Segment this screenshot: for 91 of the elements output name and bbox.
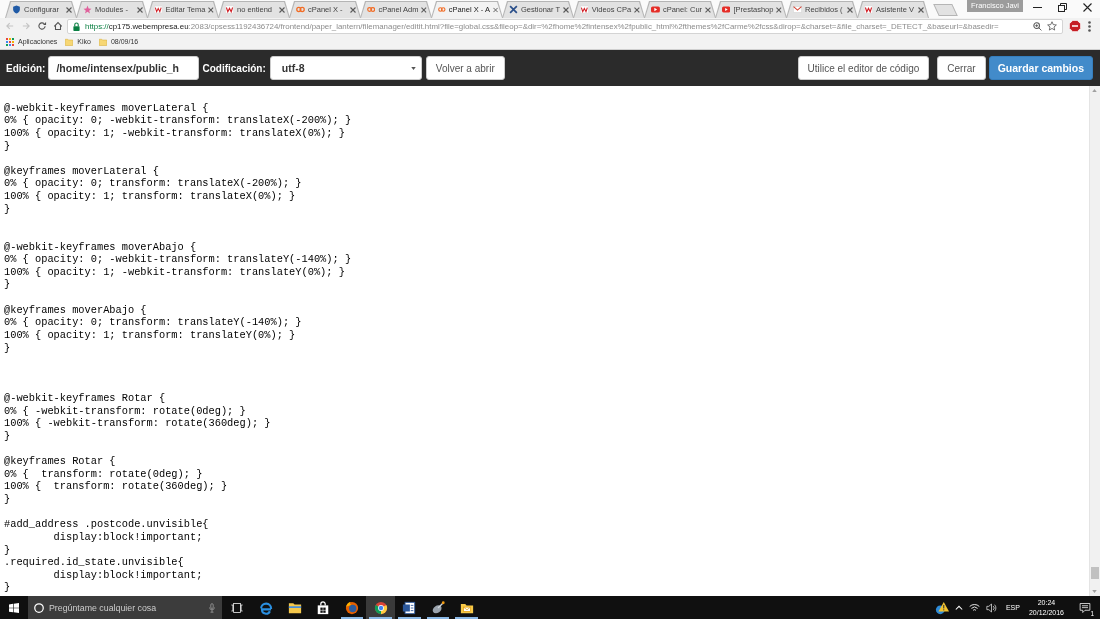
code-line: display:block!important; xyxy=(52,568,203,581)
code-line: } xyxy=(4,543,11,556)
scrollbar[interactable] xyxy=(1089,86,1100,596)
path-field[interactable]: /home/intensex/public_h xyxy=(48,56,200,80)
shopping-bag-icon xyxy=(316,600,331,615)
speaker-icon[interactable] xyxy=(985,602,997,613)
magnifier-icon[interactable] xyxy=(1033,21,1042,31)
search-field[interactable]: Pregúntame cualquier cosa xyxy=(28,596,222,619)
code-line: 100% { transform: rotate(360deg); } xyxy=(4,480,228,493)
toolbar-button[interactable]: Cerrar xyxy=(937,56,986,80)
four-panes-icon[interactable] xyxy=(8,602,19,613)
encoding-label: Codificación: xyxy=(202,62,266,74)
rings-icon xyxy=(438,5,446,14)
code-line: 100% { opacity: 1; -webkit-transform: translateX(0%); } xyxy=(4,126,345,139)
grid-icon xyxy=(6,37,14,46)
code-line: @-webkit-keyframes moverLateral { xyxy=(4,101,209,114)
play-icon xyxy=(651,5,660,14)
play-icon xyxy=(722,5,731,14)
segmented-circle-icon xyxy=(373,600,388,615)
code-line: 100% { opacity: 1; transform: translateY(0%); } xyxy=(4,328,296,341)
code-line: 0% { -webkit-transform: rotate(0deg); } xyxy=(4,404,246,417)
code-line: 0% { opacity: 0; transform: translateY(-140%); } xyxy=(4,316,302,329)
wifi-icon[interactable] xyxy=(968,603,980,612)
circle-icon[interactable] xyxy=(34,602,44,613)
folder-icon xyxy=(98,37,107,46)
running-indicator xyxy=(426,617,450,619)
star-icon[interactable] xyxy=(1047,21,1057,31)
code-line: } xyxy=(4,429,11,442)
minimize-icon[interactable] xyxy=(1033,6,1042,8)
code-line: } xyxy=(4,278,11,291)
running-indicator xyxy=(369,617,392,619)
code-line: } xyxy=(4,581,11,594)
octagon-icon[interactable] xyxy=(1069,20,1081,32)
code-line: 100% { opacity: 1; transform: translateX(0%); } xyxy=(4,190,296,203)
rings-icon xyxy=(367,5,376,14)
zigzag-icon xyxy=(864,5,873,14)
speech-bubble-icon xyxy=(1079,601,1091,614)
search-input[interactable]: Pregúntame cualquier cosa xyxy=(49,599,204,616)
stacked-windows-icon[interactable] xyxy=(230,602,243,613)
code-line: 0% { opacity: 0; -webkit-transform: translateY(-140%); } xyxy=(4,253,352,266)
close-icon[interactable] xyxy=(1083,2,1092,12)
code-line: @keyframes moverAbajo { xyxy=(4,303,147,316)
zigzag-icon xyxy=(225,5,234,14)
taskbar-button[interactable] xyxy=(366,596,395,619)
shield-icon xyxy=(12,5,21,14)
envelope-icon xyxy=(793,5,802,14)
encoding-select[interactable]: utf-8 xyxy=(269,56,422,80)
code-line: @keyframes moverLateral { xyxy=(4,164,159,177)
running-indicator xyxy=(397,617,421,619)
rings-icon xyxy=(296,5,305,14)
running-indicator xyxy=(340,617,364,619)
code-line: .required.id_state.unvisible{ xyxy=(4,556,184,569)
reload-icon[interactable] xyxy=(37,21,47,31)
scrollbar-thumb[interactable] xyxy=(1091,567,1099,579)
code-line: @-webkit-keyframes moverAbajo { xyxy=(4,240,197,253)
code-line: @-webkit-keyframes Rotar { xyxy=(4,392,166,405)
toolbar-button[interactable]: Volver a abrir xyxy=(425,56,505,80)
caret-icon xyxy=(410,66,416,70)
code-line: } xyxy=(4,493,11,506)
running-indicator xyxy=(455,617,478,619)
star-icon xyxy=(83,5,92,14)
chevron-up-icon[interactable] xyxy=(954,605,963,610)
zigzag-icon xyxy=(580,5,589,14)
globe-icon xyxy=(344,600,359,615)
document-icon xyxy=(402,600,417,615)
toolbar-button[interactable]: Utilice el editor de código xyxy=(797,56,930,80)
folder-icon xyxy=(287,600,302,615)
code-line: @keyframes Rotar { xyxy=(4,455,116,468)
code-line: display:block!important; xyxy=(52,530,203,543)
restore-icon[interactable] xyxy=(1058,2,1067,12)
save-button[interactable]: Guardar cambios xyxy=(988,56,1093,80)
code-line: 0% { transform: rotate(0deg); } xyxy=(4,467,203,480)
code-line: } xyxy=(4,202,11,215)
zigzag-icon xyxy=(154,5,163,14)
code-line: 0% { opacity: 0; transform: translateX(-200%); } xyxy=(4,177,302,190)
code-line: } xyxy=(4,139,11,152)
code-line: 100% { -webkit-transform: rotate(360deg); } xyxy=(4,417,271,430)
menu-icon[interactable] xyxy=(1088,20,1091,32)
code-line: 100% { opacity: 1; -webkit-transform: translateY(0%); } xyxy=(4,265,345,278)
code-line: 0% { opacity: 0; -webkit-transform: translateX(-200%); } xyxy=(4,114,352,127)
code-line: #add_address .postcode.unvisible{ xyxy=(4,518,209,531)
folder-icon xyxy=(65,37,74,46)
code-line: } xyxy=(4,341,11,354)
lock-icon xyxy=(73,21,80,31)
swirl-icon xyxy=(258,600,273,615)
dish-icon xyxy=(430,600,445,615)
warning-icon[interactable] xyxy=(934,600,949,615)
microphone-icon[interactable] xyxy=(209,602,215,613)
path-label: Edición: xyxy=(6,62,46,74)
home-icon[interactable] xyxy=(53,21,63,31)
cross-icon xyxy=(509,5,518,14)
